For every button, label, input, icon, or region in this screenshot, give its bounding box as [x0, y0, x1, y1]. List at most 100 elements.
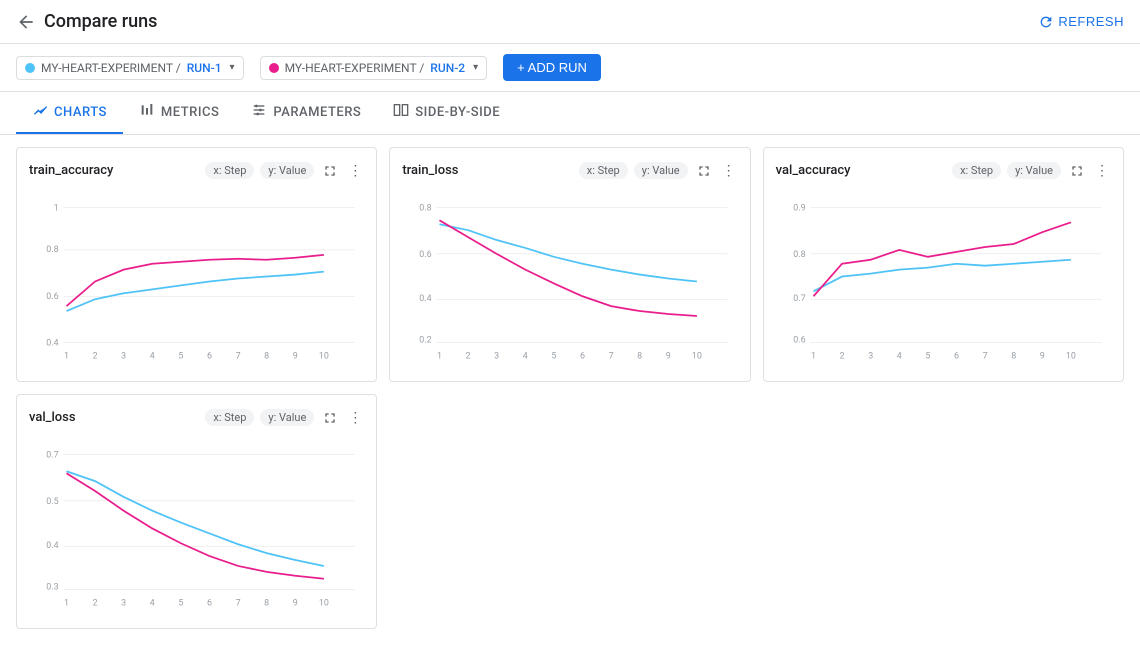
svg-text:3: 3 — [495, 351, 500, 361]
svg-text:3: 3 — [121, 598, 126, 608]
run-name-1: RUN-1 — [187, 61, 222, 75]
svg-text:0.6: 0.6 — [46, 292, 58, 302]
more-button-val-accuracy[interactable]: ⋮ — [1093, 160, 1111, 181]
y-axis-chip-train-loss[interactable]: y: Value — [634, 162, 688, 179]
svg-text:5: 5 — [925, 351, 930, 361]
refresh-label: REFRESH — [1058, 14, 1124, 29]
run-dot-2 — [269, 63, 279, 73]
svg-text:4: 4 — [523, 351, 528, 361]
x-axis-chip-train-loss[interactable]: x: Step — [579, 162, 628, 179]
svg-text:9: 9 — [666, 351, 671, 361]
run-experiment-1: MY-HEART-EXPERIMENT / — [41, 61, 181, 75]
chart-title-train-accuracy: train_accuracy — [29, 163, 113, 178]
chart-card-val-loss: val_loss x: Step y: Value ⋮ 0.7 0.5 0.4 … — [16, 394, 377, 629]
svg-text:0.4: 0.4 — [46, 339, 58, 349]
metrics-tab-icon — [139, 102, 155, 122]
chart-area-val-accuracy: 0.9 0.8 0.7 0.6 1 2 3 4 5 6 7 8 9 10 — [776, 189, 1111, 369]
svg-text:4: 4 — [896, 351, 901, 361]
charts-grid-top: train_accuracy x: Step y: Value ⋮ 1 0.8 … — [0, 135, 1140, 394]
chart-header-train-loss: train_loss x: Step y: Value ⋮ — [402, 160, 737, 181]
svg-text:1: 1 — [54, 203, 59, 213]
tab-parameters[interactable]: PARAMETERS — [235, 92, 377, 134]
svg-text:2: 2 — [93, 598, 98, 608]
svg-text:10: 10 — [319, 598, 329, 608]
svg-text:7: 7 — [236, 598, 241, 608]
expand-button-val-loss[interactable] — [320, 408, 340, 428]
svg-text:8: 8 — [1011, 351, 1016, 361]
svg-text:6: 6 — [580, 351, 585, 361]
add-run-label: + ADD RUN — [517, 60, 587, 75]
chart-header-val-accuracy: val_accuracy x: Step y: Value ⋮ — [776, 160, 1111, 181]
tab-side-by-side[interactable]: SIDE-BY-SIDE — [377, 92, 516, 134]
expand-button-train-accuracy[interactable] — [320, 161, 340, 181]
chart-svg-train-accuracy: 1 0.8 0.6 0.4 1 2 3 4 5 6 7 8 9 10 — [29, 189, 364, 369]
x-axis-chip-train-accuracy[interactable]: x: Step — [205, 162, 254, 179]
more-button-train-accuracy[interactable]: ⋮ — [346, 160, 364, 181]
svg-text:7: 7 — [982, 351, 987, 361]
svg-text:9: 9 — [1039, 351, 1044, 361]
more-button-val-loss[interactable]: ⋮ — [346, 407, 364, 428]
svg-text:0.6: 0.6 — [793, 336, 805, 346]
svg-text:5: 5 — [552, 351, 557, 361]
svg-text:9: 9 — [293, 351, 298, 361]
chart-card-val-accuracy: val_accuracy x: Step y: Value ⋮ 0.9 0.8 … — [763, 147, 1124, 382]
svg-text:8: 8 — [264, 351, 269, 361]
svg-text:0.3: 0.3 — [46, 583, 58, 593]
more-button-train-loss[interactable]: ⋮ — [720, 160, 738, 181]
chart-svg-train-loss: 0.8 0.6 0.4 0.2 1 2 3 4 5 6 7 8 9 10 — [402, 189, 737, 369]
side-by-side-tab-icon — [393, 102, 409, 122]
charts-grid-bottom: val_loss x: Step y: Value ⋮ 0.7 0.5 0.4 … — [0, 394, 1140, 641]
chart-title-val-loss: val_loss — [29, 410, 76, 425]
tab-metrics[interactable]: METRICS — [123, 92, 235, 134]
page-header: Compare runs REFRESH — [0, 0, 1140, 44]
run-chip-1[interactable]: MY-HEART-EXPERIMENT / RUN-1 ▾ — [16, 56, 244, 80]
svg-text:2: 2 — [466, 351, 471, 361]
svg-text:3: 3 — [121, 351, 126, 361]
svg-text:0.6: 0.6 — [420, 250, 432, 260]
svg-text:10: 10 — [319, 351, 329, 361]
chart-area-train-accuracy: 1 0.8 0.6 0.4 1 2 3 4 5 6 7 8 9 10 — [29, 189, 364, 369]
run-chip-2[interactable]: MY-HEART-EXPERIMENT / RUN-2 ▾ — [260, 56, 488, 80]
tab-parameters-label: PARAMETERS — [273, 105, 361, 120]
expand-button-val-accuracy[interactable] — [1067, 161, 1087, 181]
y-axis-chip-train-accuracy[interactable]: y: Value — [260, 162, 314, 179]
charts-tab-icon — [32, 102, 48, 122]
svg-text:0.2: 0.2 — [420, 336, 432, 346]
svg-text:1: 1 — [64, 351, 69, 361]
expand-button-train-loss[interactable] — [694, 161, 714, 181]
chart-controls-val-accuracy: x: Step y: Value ⋮ — [952, 160, 1111, 181]
svg-text:5: 5 — [178, 351, 183, 361]
tab-charts[interactable]: CHARTS — [16, 92, 123, 134]
svg-text:8: 8 — [638, 351, 643, 361]
svg-text:7: 7 — [609, 351, 614, 361]
svg-text:7: 7 — [236, 351, 241, 361]
empty-slot-2 — [389, 394, 750, 629]
add-run-button[interactable]: + ADD RUN — [503, 54, 601, 81]
svg-text:6: 6 — [954, 351, 959, 361]
svg-text:0.7: 0.7 — [793, 294, 805, 304]
chevron-down-icon-2: ▾ — [473, 62, 478, 73]
refresh-button[interactable]: REFRESH — [1038, 14, 1124, 30]
run-dot-1 — [25, 63, 35, 73]
tab-metrics-label: METRICS — [161, 105, 219, 120]
svg-text:10: 10 — [692, 351, 702, 361]
chart-controls-val-loss: x: Step y: Value ⋮ — [205, 407, 364, 428]
svg-text:2: 2 — [839, 351, 844, 361]
svg-text:0.8: 0.8 — [793, 250, 805, 260]
y-axis-chip-val-accuracy[interactable]: y: Value — [1007, 162, 1061, 179]
svg-text:5: 5 — [178, 598, 183, 608]
svg-text:9: 9 — [293, 598, 298, 608]
run-selectors: MY-HEART-EXPERIMENT / RUN-1 ▾ MY-HEART-E… — [0, 44, 1140, 92]
y-axis-chip-val-loss[interactable]: y: Value — [260, 409, 314, 426]
svg-text:6: 6 — [207, 351, 212, 361]
svg-text:2: 2 — [93, 351, 98, 361]
page-title: Compare runs — [44, 11, 157, 32]
x-axis-chip-val-accuracy[interactable]: x: Step — [952, 162, 1001, 179]
back-button[interactable] — [16, 12, 36, 32]
chart-title-train-loss: train_loss — [402, 163, 458, 178]
header-left: Compare runs — [16, 11, 157, 32]
chart-header-train-accuracy: train_accuracy x: Step y: Value ⋮ — [29, 160, 364, 181]
chart-area-val-loss: 0.7 0.5 0.4 0.3 1 2 3 4 5 6 7 8 9 10 — [29, 436, 364, 616]
chart-controls-train-accuracy: x: Step y: Value ⋮ — [205, 160, 364, 181]
x-axis-chip-val-loss[interactable]: x: Step — [205, 409, 254, 426]
